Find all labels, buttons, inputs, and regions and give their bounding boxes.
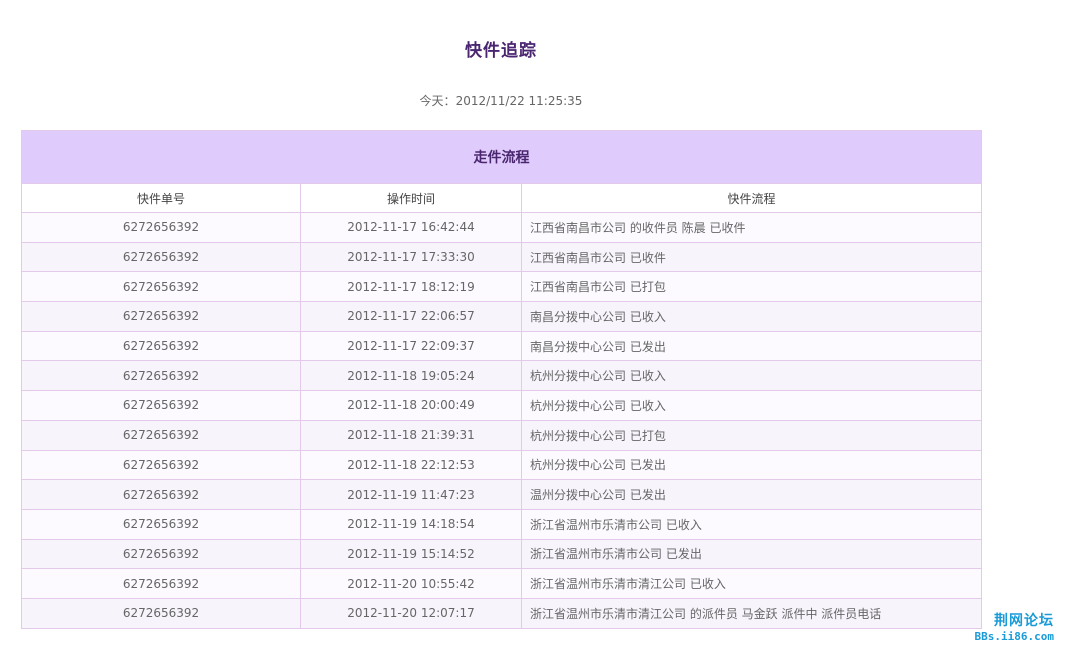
table-row: 6272656392 2012-11-17 18:12:19 江西省南昌市公司 已打… <box>21 271 982 303</box>
cell-tracking-number: 6272656392 <box>21 538 301 570</box>
watermark-en: BBs.ii86.com <box>974 630 1054 643</box>
cell-tracking-number: 6272656392 <box>21 241 301 273</box>
table-row: 6272656392 2012-11-18 22:12:53 杭州分拨中心公司 已发… <box>21 449 982 481</box>
cell-flow-status: 杭州分拨中心公司 已发出 <box>521 449 982 481</box>
watermark-cn: 荆网论坛 <box>994 613 1054 629</box>
cell-tracking-number: 6272656392 <box>21 508 301 540</box>
table-row: 6272656392 2012-11-17 17:33:30 江西省南昌市公司 已收… <box>21 241 982 273</box>
table-caption-row: 走件流程 <box>21 130 982 184</box>
table-row: 6272656392 2012-11-19 14:18:54 浙江省温州市乐清市公司… <box>21 508 982 540</box>
cell-flow-status: 江西省南昌市公司 已收件 <box>521 241 982 273</box>
cell-tracking-number: 6272656392 <box>21 479 301 510</box>
cell-flow-status: 浙江省温州市乐清市清江公司 已收入 <box>521 568 982 599</box>
column-header-time: 操作时间 <box>300 183 522 213</box>
table-caption: 走件流程 <box>21 130 982 184</box>
cell-operation-time: 2012-11-19 11:47:23 <box>300 479 522 510</box>
table-row: 6272656392 2012-11-19 11:47:23 温州分拨中心公司 已发… <box>21 479 982 510</box>
cell-flow-status: 浙江省温州市乐清市公司 已发出 <box>521 538 982 570</box>
cell-flow-status: 浙江省温州市乐清市公司 已收入 <box>521 508 982 540</box>
cell-flow-status: 江西省南昌市公司 的收件员 陈晨 已收件 <box>521 212 982 243</box>
cell-operation-time: 2012-11-18 19:05:24 <box>300 360 522 392</box>
table-row: 6272656392 2012-11-17 22:09:37 南昌分拨中心公司 已发… <box>21 330 982 362</box>
cell-flow-status: 浙江省温州市乐清市清江公司 的派件员 马金跃 派件中 派件员电话 <box>521 597 982 629</box>
cell-operation-time: 2012-11-18 21:39:31 <box>300 419 522 451</box>
today-label: 今天： <box>419 94 456 108</box>
cell-flow-status: 温州分拨中心公司 已发出 <box>521 479 982 510</box>
cell-tracking-number: 6272656392 <box>21 271 301 303</box>
cell-tracking-number: 6272656392 <box>21 419 301 451</box>
cell-operation-time: 2012-11-20 12:07:17 <box>300 597 522 629</box>
cell-operation-time: 2012-11-17 22:09:37 <box>300 330 522 362</box>
table-row: 6272656392 2012-11-17 22:06:57 南昌分拨中心公司 已收… <box>21 301 982 332</box>
table-row: 6272656392 2012-11-19 15:14:52 浙江省温州市乐清市公司… <box>21 538 982 570</box>
page-title: 快件追踪 <box>465 41 537 61</box>
column-header-number: 快件单号 <box>21 183 301 213</box>
cell-operation-time: 2012-11-17 17:33:30 <box>300 241 522 273</box>
table-row: 6272656392 2012-11-17 16:42:44 江西省南昌市公司 的收… <box>21 212 982 243</box>
cell-operation-time: 2012-11-19 14:18:54 <box>300 508 522 540</box>
cell-tracking-number: 6272656392 <box>21 301 301 332</box>
today-line: 今天：2012/11/22 11:25:35 <box>0 92 1002 109</box>
cell-operation-time: 2012-11-19 15:14:52 <box>300 538 522 570</box>
cell-flow-status: 南昌分拨中心公司 已收入 <box>521 301 982 332</box>
cell-operation-time: 2012-11-20 10:55:42 <box>300 568 522 599</box>
cell-tracking-number: 6272656392 <box>21 212 301 243</box>
table-header-row: 快件单号 操作时间 快件流程 <box>21 183 982 213</box>
cell-tracking-number: 6272656392 <box>21 597 301 629</box>
cell-tracking-number: 6272656392 <box>21 449 301 481</box>
table-body: 6272656392 2012-11-17 16:42:44 江西省南昌市公司 的收… <box>21 212 982 629</box>
cell-tracking-number: 6272656392 <box>21 360 301 392</box>
cell-tracking-number: 6272656392 <box>21 330 301 362</box>
table-row: 6272656392 2012-11-18 21:39:31 杭州分拨中心公司 已打… <box>21 419 982 451</box>
table-row: 6272656392 2012-11-20 10:55:42 浙江省温州市乐清市清江… <box>21 568 982 599</box>
table-row: 6272656392 2012-11-20 12:07:17 浙江省温州市乐清市清江… <box>21 597 982 629</box>
cell-operation-time: 2012-11-18 22:12:53 <box>300 449 522 481</box>
cell-operation-time: 2012-11-17 18:12:19 <box>300 271 522 303</box>
cell-tracking-number: 6272656392 <box>21 390 301 421</box>
cell-operation-time: 2012-11-17 22:06:57 <box>300 301 522 332</box>
cell-flow-status: 杭州分拨中心公司 已打包 <box>521 419 982 451</box>
cell-tracking-number: 6272656392 <box>21 568 301 599</box>
tracking-table: 走件流程 快件单号 操作时间 快件流程 6272656392 2012-11-17… <box>21 130 982 629</box>
table-row: 6272656392 2012-11-18 19:05:24 杭州分拨中心公司 已收… <box>21 360 982 392</box>
cell-operation-time: 2012-11-18 20:00:49 <box>300 390 522 421</box>
cell-flow-status: 南昌分拨中心公司 已发出 <box>521 330 982 362</box>
table-row: 6272656392 2012-11-18 20:00:49 杭州分拨中心公司 已收… <box>21 390 982 421</box>
cell-flow-status: 杭州分拨中心公司 已收入 <box>521 390 982 421</box>
cell-operation-time: 2012-11-17 16:42:44 <box>300 212 522 243</box>
column-header-flow: 快件流程 <box>521 183 982 213</box>
cell-flow-status: 杭州分拨中心公司 已收入 <box>521 360 982 392</box>
cell-flow-status: 江西省南昌市公司 已打包 <box>521 271 982 303</box>
today-datetime: 2012/11/22 11:25:35 <box>455 94 583 108</box>
watermark-logo: 荆网论坛 BBs.ii86.com <box>934 610 1054 643</box>
